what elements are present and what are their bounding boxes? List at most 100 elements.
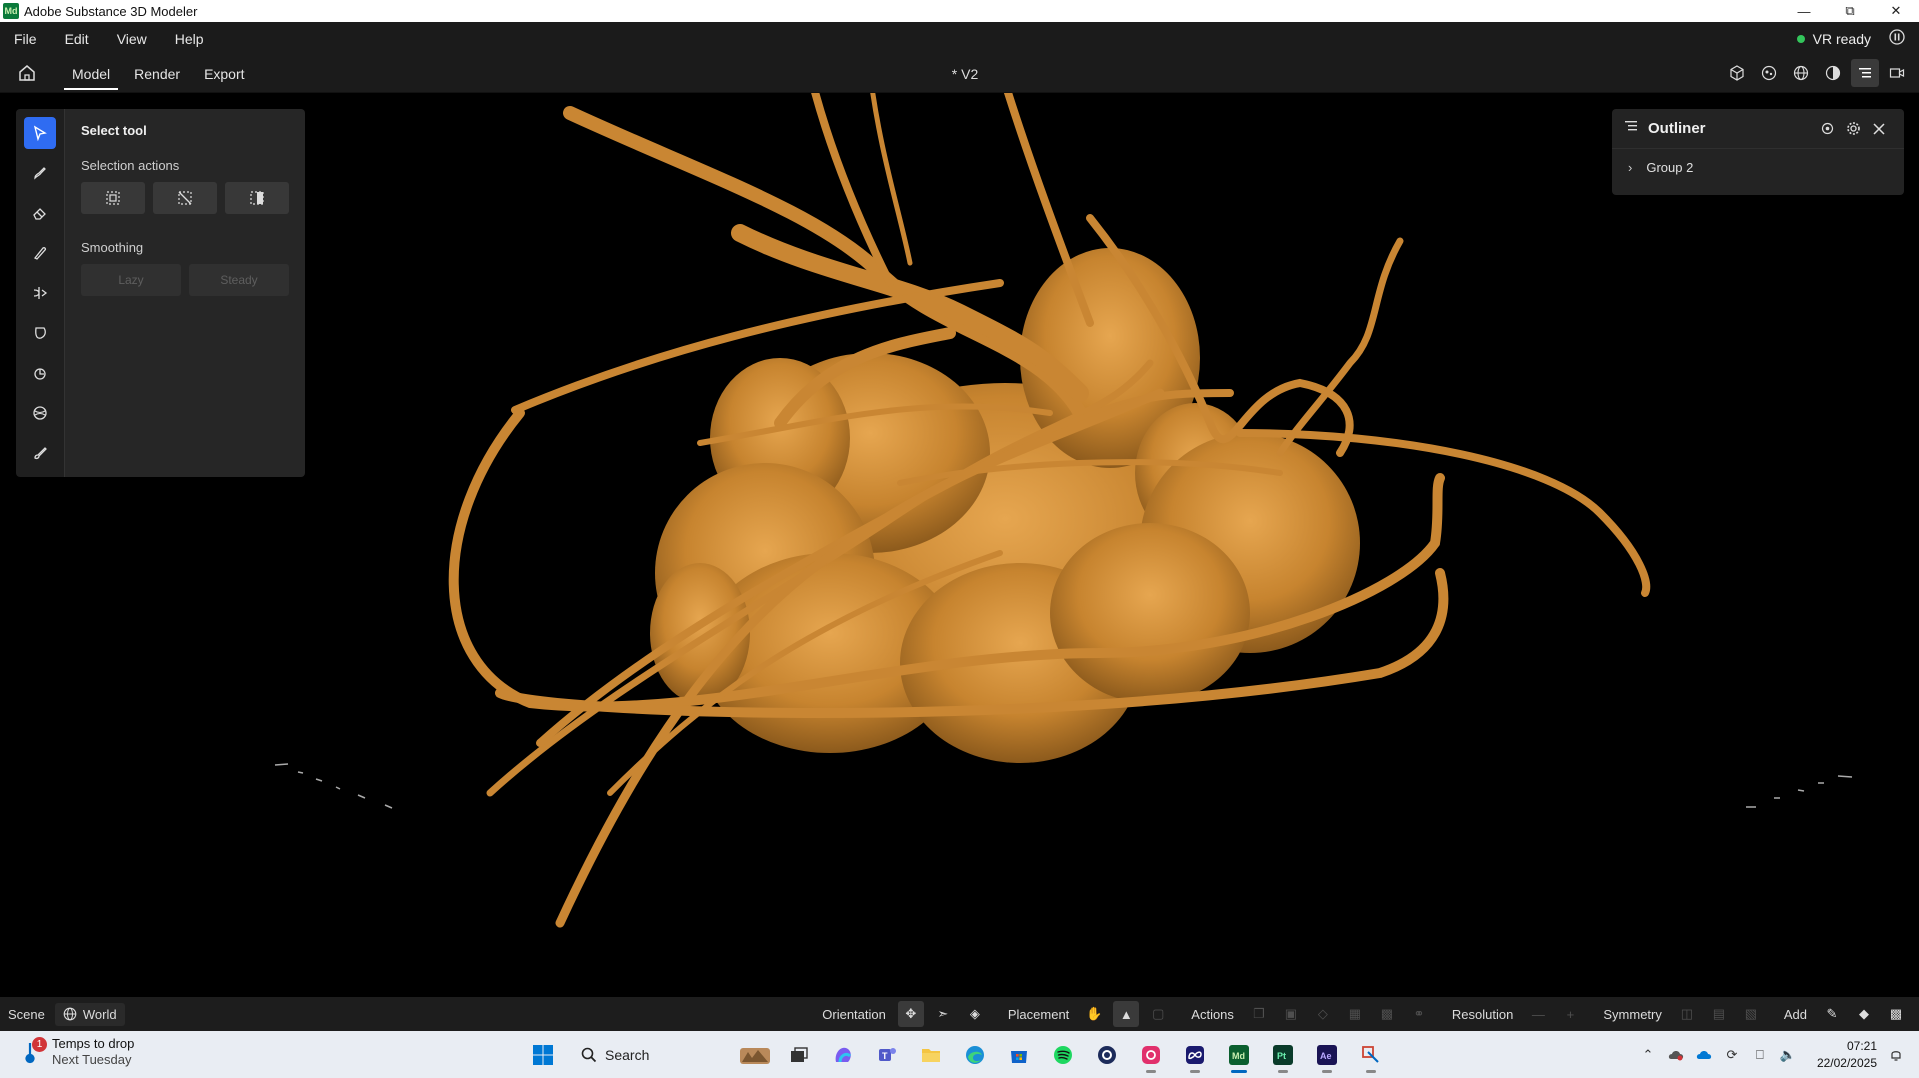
file-explorer-icon[interactable] <box>913 1037 949 1073</box>
lazy-button[interactable]: Lazy <box>81 264 181 296</box>
placement-surface-icon[interactable]: ▲ <box>1113 1001 1140 1027</box>
substance-painter-icon[interactable]: Pt <box>1265 1037 1301 1073</box>
add-camera-icon[interactable]: ▩ <box>1883 1001 1909 1027</box>
symmetry-z-icon[interactable]: ▧ <box>1738 1001 1764 1027</box>
app-logo: Md <box>3 3 19 19</box>
volume-icon[interactable]: 🔈 <box>1779 1046 1797 1064</box>
placement-hand-icon[interactable]: ✋ <box>1081 1001 1107 1027</box>
spotify-icon[interactable] <box>1045 1037 1081 1073</box>
add-brush-icon[interactable]: ✎ <box>1819 1001 1845 1027</box>
move-tool-icon[interactable] <box>24 277 56 309</box>
steady-button[interactable]: Steady <box>189 264 289 296</box>
resolution-decrease-icon[interactable]: — <box>1525 1001 1551 1027</box>
search-icon <box>581 1047 597 1063</box>
material-icon[interactable] <box>1819 59 1847 87</box>
space-toggle[interactable]: World <box>54 1002 125 1026</box>
tab-model[interactable]: Model <box>60 55 122 93</box>
instagram-icon[interactable] <box>1133 1037 1169 1073</box>
task-view-icon[interactable] <box>781 1037 817 1073</box>
view-toolbar <box>1723 59 1911 87</box>
placement-cube-icon[interactable]: ▢ <box>1145 1001 1171 1027</box>
vr-status-dot <box>1796 34 1805 43</box>
tool-properties-panel: Select tool Selection actions Smoothing … <box>64 109 305 477</box>
meta-icon[interactable] <box>1177 1037 1213 1073</box>
snipping-tool-icon[interactable] <box>1353 1037 1389 1073</box>
merge-icon[interactable]: ▦ <box>1342 1001 1368 1027</box>
edge-icon[interactable] <box>957 1037 993 1073</box>
close-button[interactable]: ✕ <box>1873 0 1919 22</box>
outliner-icon[interactable] <box>1851 59 1879 87</box>
chevron-up-icon[interactable]: ⌃ <box>1639 1046 1657 1064</box>
select-tool-icon[interactable] <box>24 117 56 149</box>
invert-selection-button[interactable] <box>225 182 289 214</box>
home-icon[interactable] <box>18 64 38 84</box>
cube-icon[interactable] <box>1723 59 1751 87</box>
paint-tool-icon[interactable] <box>24 437 56 469</box>
taskbar-search[interactable]: Search <box>569 1038 729 1072</box>
weather-widget[interactable]: 1 Temps to drop Next Tuesday <box>20 1036 134 1068</box>
close-icon[interactable] <box>1866 116 1892 142</box>
orientation-axis-icon[interactable]: ➣ <box>930 1001 956 1027</box>
group-icon[interactable]: ▣ <box>1278 1001 1304 1027</box>
space-label: World <box>82 1006 117 1022</box>
cinema4d-icon[interactable] <box>1089 1037 1125 1073</box>
tab-render[interactable]: Render <box>122 55 192 93</box>
minimize-button[interactable]: — <box>1781 0 1827 22</box>
focus-icon[interactable] <box>1814 116 1840 142</box>
start-button[interactable] <box>525 1037 561 1073</box>
cloud-sync-icon[interactable] <box>1667 1046 1685 1064</box>
menu-edit[interactable]: Edit <box>51 31 103 47</box>
scene-controls: Scene World <box>0 1002 125 1026</box>
menu-help[interactable]: Help <box>161 31 218 47</box>
split-icon[interactable]: ▩ <box>1374 1001 1400 1027</box>
orientation-free-icon[interactable]: ✥ <box>897 1001 924 1027</box>
os-taskbar: 1 Temps to drop Next Tuesday Search T Md… <box>0 1031 1919 1078</box>
network-icon[interactable]: ⎕ <box>1751 1046 1769 1064</box>
clock-time: 07:21 <box>1846 1038 1877 1053</box>
widgets-icon[interactable] <box>737 1037 773 1073</box>
menu-file[interactable]: File <box>0 31 51 47</box>
globe-icon[interactable] <box>1787 59 1815 87</box>
store-icon[interactable] <box>1001 1037 1037 1073</box>
link-icon[interactable]: ⚭ <box>1406 1001 1432 1027</box>
chevron-right-icon[interactable]: › <box>1628 160 1632 175</box>
list-icon <box>1624 119 1638 138</box>
window-controls: — ⧉ ✕ <box>1781 0 1919 22</box>
weather-subtitle: Next Tuesday <box>52 1052 132 1067</box>
scene-label: Scene <box>8 1006 45 1022</box>
pause-icon[interactable] <box>1889 29 1905 48</box>
copilot-icon[interactable] <box>825 1037 861 1073</box>
add-shape-icon[interactable]: ◆ <box>1851 1001 1877 1027</box>
tab-export[interactable]: Export <box>192 55 256 93</box>
erase-tool-icon[interactable] <box>24 197 56 229</box>
title-bar: Md Adobe Substance 3D Modeler — ⧉ ✕ <box>0 0 1919 22</box>
clay-tool-icon[interactable] <box>24 157 56 189</box>
app-root: Md Adobe Substance 3D Modeler — ⧉ ✕ File… <box>0 0 1919 1078</box>
select-all-button[interactable] <box>81 182 145 214</box>
layer-icon[interactable]: ◇ <box>1310 1001 1336 1027</box>
settings-icon[interactable] <box>1840 116 1866 142</box>
menu-view[interactable]: View <box>103 31 161 47</box>
symmetry-y-icon[interactable]: ▤ <box>1706 1001 1732 1027</box>
after-effects-icon[interactable]: Ae <box>1309 1037 1345 1073</box>
crease-tool-icon[interactable] <box>24 397 56 429</box>
outliner-item[interactable]: › Group 2 <box>1612 149 1904 185</box>
onedrive-icon[interactable] <box>1695 1046 1713 1064</box>
inflate-tool-icon[interactable] <box>24 317 56 349</box>
refresh-icon[interactable]: ⟳ <box>1723 1046 1741 1064</box>
deselect-button[interactable] <box>153 182 217 214</box>
teams-icon[interactable]: T <box>869 1037 905 1073</box>
orientation-world-icon[interactable]: ◈ <box>962 1001 988 1027</box>
maximize-button[interactable]: ⧉ <box>1827 0 1873 22</box>
status-tools: Orientation ✥ ➣ ◈ Placement ✋ ▲ ▢ Action… <box>812 997 1919 1031</box>
flatten-tool-icon[interactable] <box>24 357 56 389</box>
symmetry-x-icon[interactable]: ◫ <box>1674 1001 1700 1027</box>
clock[interactable]: 07:21 22/02/2025 <box>1817 1038 1877 1072</box>
duplicate-icon[interactable]: ❐ <box>1246 1001 1272 1027</box>
smooth-tool-icon[interactable] <box>24 237 56 269</box>
camera-icon[interactable] <box>1883 59 1911 87</box>
environment-icon[interactable] <box>1755 59 1783 87</box>
notifications-icon[interactable] <box>1887 1046 1905 1064</box>
resolution-increase-icon[interactable]: + <box>1557 1001 1583 1027</box>
substance-modeler-icon[interactable]: Md <box>1221 1037 1257 1073</box>
